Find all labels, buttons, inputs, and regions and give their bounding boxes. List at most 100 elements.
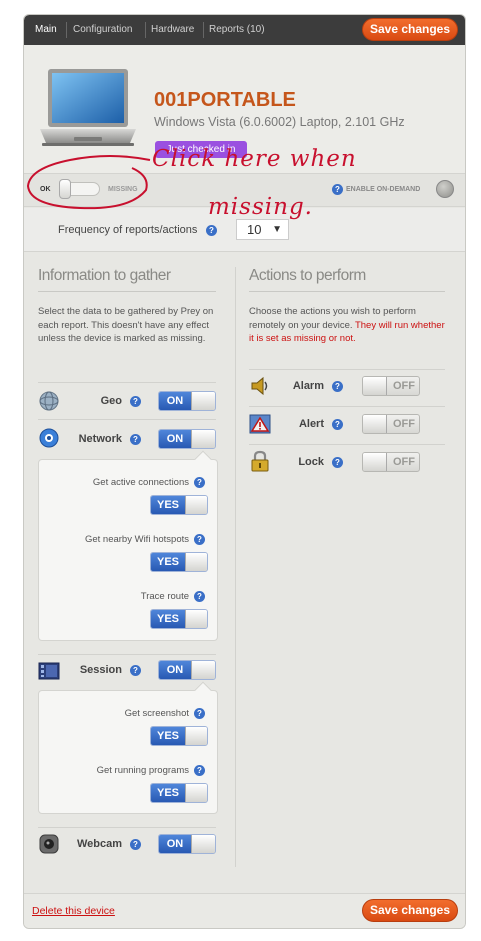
help-icon[interactable]: ? xyxy=(130,396,141,407)
divider xyxy=(249,406,445,407)
help-icon[interactable]: ? xyxy=(130,665,141,676)
option-label-active-connections: Get active connections xyxy=(92,477,189,488)
panel-notch xyxy=(194,681,212,699)
help-icon[interactable]: ? xyxy=(194,708,205,719)
tab-separator xyxy=(145,22,146,38)
enable-on-demand-toggle[interactable] xyxy=(436,180,454,198)
session-switch[interactable]: ON xyxy=(158,660,216,680)
switch-knob xyxy=(363,453,387,471)
tab-reports[interactable]: Reports (10) xyxy=(209,23,265,37)
help-icon[interactable]: ? xyxy=(130,839,141,850)
help-icon[interactable]: ? xyxy=(194,534,205,545)
webcam-switch[interactable]: ON xyxy=(158,834,216,854)
info-section-title: Information to gather xyxy=(38,267,216,292)
help-icon[interactable]: ? xyxy=(332,457,343,468)
divider xyxy=(38,382,216,383)
trace-route-switch[interactable]: YES xyxy=(150,609,208,629)
divider xyxy=(249,444,445,445)
active-connections-switch[interactable]: YES xyxy=(150,495,208,515)
switch-yes-label: YES xyxy=(151,553,185,571)
tab-configuration[interactable]: Configuration xyxy=(73,23,132,37)
module-label-geo: Geo xyxy=(100,395,122,407)
divider xyxy=(249,369,445,370)
switch-yes-label: YES xyxy=(151,784,185,802)
geo-switch[interactable]: ON xyxy=(158,391,216,411)
alarm-switch[interactable]: OFF xyxy=(362,376,420,396)
frequency-row: Frequency of reports/actions ? 10 ▼ xyxy=(24,208,465,252)
screenshot-switch[interactable]: YES xyxy=(150,726,208,746)
switch-on-label: ON xyxy=(159,835,191,853)
action-label-alert: Alert xyxy=(298,418,324,430)
help-icon[interactable]: ? xyxy=(332,419,343,430)
lock-icon xyxy=(251,450,269,472)
wifi-hotspots-switch[interactable]: YES xyxy=(150,552,208,572)
missing-toggle-switch[interactable] xyxy=(59,179,100,199)
session-icon xyxy=(38,662,60,680)
column-divider xyxy=(235,267,236,867)
help-icon[interactable]: ? xyxy=(194,591,205,602)
help-icon[interactable]: ? xyxy=(194,765,205,776)
dropdown-arrow-icon: ▼ xyxy=(272,224,282,235)
switch-knob xyxy=(185,610,207,628)
frequency-value: 10 xyxy=(247,222,262,237)
switch-off-label: OFF xyxy=(393,456,415,468)
switch-knob xyxy=(185,784,207,802)
help-icon[interactable]: ? xyxy=(194,477,205,488)
switch-knob xyxy=(191,430,215,448)
device-settings-panel: Main Configuration Hardware Reports (10)… xyxy=(23,14,466,929)
tab-hardware[interactable]: Hardware xyxy=(151,23,194,37)
tab-main[interactable]: Main xyxy=(35,23,57,37)
missing-toggle-knob[interactable] xyxy=(59,179,71,199)
save-changes-button-bottom[interactable]: Save changes xyxy=(362,899,458,922)
switch-off-label: OFF xyxy=(393,418,415,430)
alarm-icon xyxy=(251,376,268,396)
alert-icon xyxy=(249,414,271,434)
help-icon[interactable]: ? xyxy=(206,225,217,236)
switch-on-label: ON xyxy=(159,430,191,448)
switch-knob xyxy=(191,835,215,853)
switch-knob xyxy=(185,727,207,745)
option-label-screenshot: Get screenshot xyxy=(124,708,189,719)
top-nav-bar: Main Configuration Hardware Reports (10)… xyxy=(24,15,465,45)
save-changes-button-top[interactable]: Save changes xyxy=(362,18,458,41)
delete-device-link[interactable]: Delete this device xyxy=(32,905,115,917)
module-label-webcam: Webcam xyxy=(76,838,122,850)
lock-switch[interactable]: OFF xyxy=(362,452,420,472)
frequency-select[interactable]: 10 ▼ xyxy=(236,219,289,240)
webcam-icon xyxy=(39,834,59,854)
divider xyxy=(38,654,216,655)
switch-yes-label: YES xyxy=(151,610,185,628)
actions-section-title: Actions to perform xyxy=(249,267,445,292)
network-icon xyxy=(39,428,59,448)
network-options-panel: Get active connections ? YES Get nearby … xyxy=(38,450,218,641)
alert-switch[interactable]: OFF xyxy=(362,414,420,434)
device-name: 001PORTABLE xyxy=(154,89,296,111)
switch-off-label: OFF xyxy=(393,380,415,392)
divider xyxy=(38,827,216,828)
tab-separator xyxy=(203,22,204,38)
running-programs-switch[interactable]: YES xyxy=(150,783,208,803)
module-label-session: Session xyxy=(79,664,122,676)
info-section-description: Select the data to be gathered by Prey o… xyxy=(38,306,214,344)
network-switch[interactable]: ON xyxy=(158,429,216,449)
switch-knob xyxy=(191,392,215,410)
tab-separator xyxy=(66,22,67,38)
ok-label: OK xyxy=(40,186,51,193)
help-icon[interactable]: ? xyxy=(130,434,141,445)
help-icon[interactable]: ? xyxy=(332,381,343,392)
status-badge: Just checked in xyxy=(155,141,247,158)
switch-yes-label: YES xyxy=(151,496,185,514)
switch-on-label: ON xyxy=(159,661,191,679)
enable-on-demand-label: ENABLE ON-DEMAND xyxy=(346,186,421,193)
switch-knob xyxy=(185,496,207,514)
switch-knob xyxy=(185,553,207,571)
laptop-icon xyxy=(40,69,136,146)
switch-on-label: ON xyxy=(159,392,191,410)
module-label-network: Network xyxy=(78,433,122,445)
frequency-label: Frequency of reports/actions xyxy=(58,224,198,236)
missing-label: MISSING xyxy=(108,186,138,193)
help-icon[interactable]: ? xyxy=(332,184,343,195)
panel-notch xyxy=(194,450,212,468)
option-label-running-programs: Get running programs xyxy=(96,765,189,776)
device-description: Windows Vista (6.0.6002) Laptop, 2.101 G… xyxy=(154,115,405,129)
